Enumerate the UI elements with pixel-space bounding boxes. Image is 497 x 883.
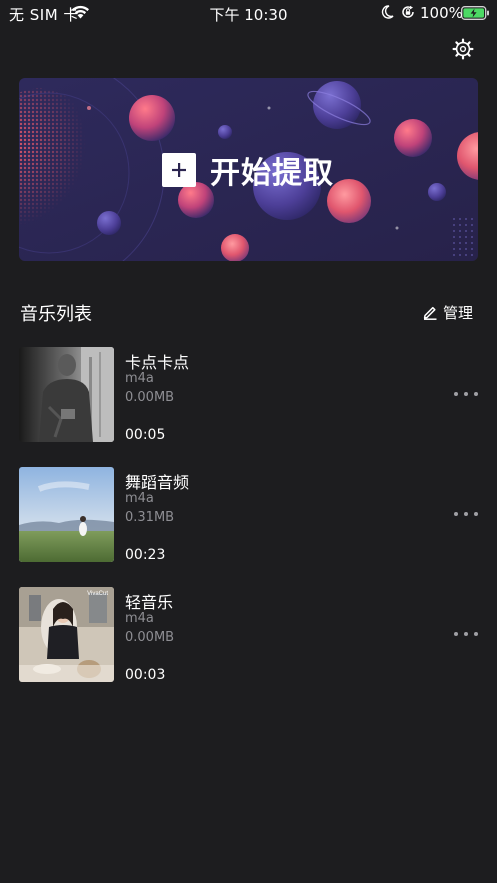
- plus-icon: [162, 153, 196, 187]
- status-bar: 无 SIM 卡 下午 10:30 100%: [0, 0, 497, 26]
- ellipsis-dot: [464, 392, 468, 396]
- track-thumbnail: [19, 467, 114, 562]
- track-duration: 00:23: [125, 547, 166, 563]
- ellipsis-dot: [474, 512, 478, 516]
- track-duration: 00:05: [125, 427, 166, 443]
- ellipsis-icon: [454, 632, 458, 636]
- ellipsis-icon: [454, 512, 458, 516]
- more-options-button[interactable]: [454, 627, 478, 641]
- pencil-icon: [423, 306, 437, 320]
- ellipsis-dot: [474, 392, 478, 396]
- app-screen: 无 SIM 卡 下午 10:30 100% 开始提取 音乐列表 管理 卡点卡点 …: [0, 0, 497, 883]
- track-duration: 00:03: [125, 667, 166, 683]
- ellipsis-dot: [464, 512, 468, 516]
- start-extraction-label: 开始提取: [210, 156, 334, 191]
- more-options-button[interactable]: [454, 507, 478, 521]
- manage-label: 管理: [443, 303, 474, 322]
- rotation-lock-icon: [401, 5, 415, 23]
- battery-icon: [461, 6, 490, 24]
- ellipsis-icon: [454, 392, 458, 396]
- track-thumbnail: VivaCut: [19, 587, 114, 682]
- track-title: 轻音乐: [125, 593, 174, 612]
- track-title: 舞蹈音频: [125, 473, 190, 492]
- thumbnail-watermark: VivaCut: [87, 591, 108, 597]
- moon-icon: [381, 5, 394, 23]
- ellipsis-dot: [464, 632, 468, 636]
- track-format: m4a: [125, 371, 154, 386]
- more-options-button[interactable]: [454, 387, 478, 401]
- track-thumbnail: [19, 347, 114, 442]
- gear-icon: [452, 38, 474, 60]
- start-extraction-cta[interactable]: 开始提取: [162, 150, 334, 191]
- track-title: 卡点卡点: [125, 353, 190, 372]
- start-extraction-banner[interactable]: 开始提取: [19, 78, 478, 261]
- track-format: m4a: [125, 611, 154, 626]
- track-size: 0.00MB: [125, 390, 175, 405]
- battery-percent: 100%: [420, 4, 463, 22]
- settings-button[interactable]: [452, 38, 474, 60]
- manage-button[interactable]: 管理: [422, 301, 473, 323]
- music-list-title: 音乐列表: [20, 304, 92, 325]
- track-size: 0.00MB: [125, 630, 175, 645]
- ellipsis-dot: [474, 632, 478, 636]
- track-format: m4a: [125, 491, 154, 506]
- track-item[interactable]: VivaCut 轻音乐 m4a 0.00MB 00:03: [0, 587, 497, 683]
- track-item[interactable]: 卡点卡点 m4a 0.00MB 00:05: [0, 347, 497, 443]
- track-size: 0.31MB: [125, 510, 175, 525]
- track-item[interactable]: 舞蹈音频 m4a 0.31MB 00:23: [0, 467, 497, 563]
